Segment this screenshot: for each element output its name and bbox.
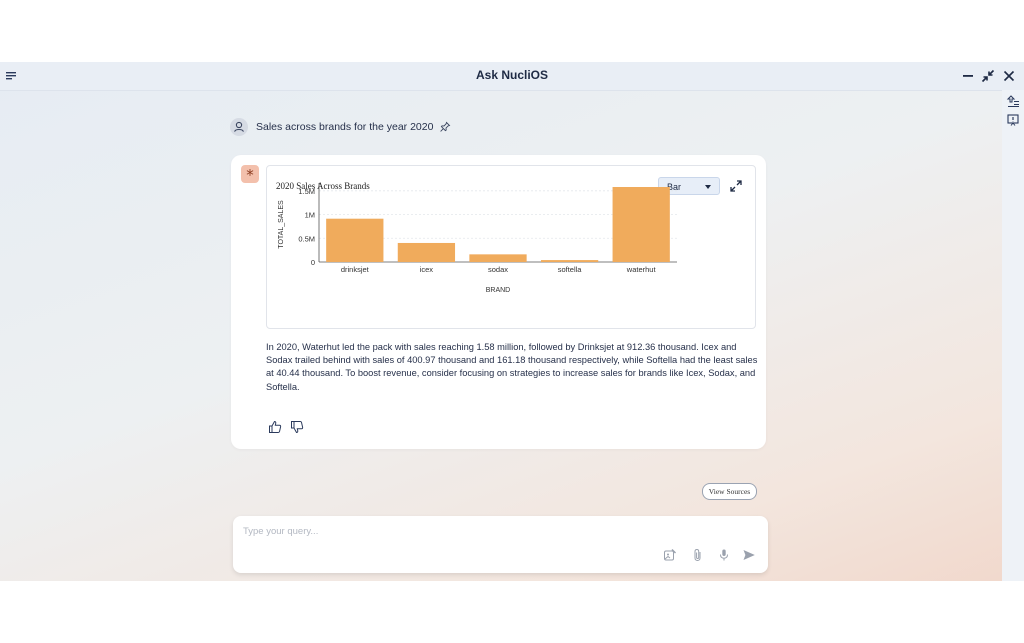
y-tick-label: 1.5M [298, 187, 315, 196]
bar-icex [397, 242, 456, 262]
app-title: Ask NucliOS [475, 68, 549, 82]
x-tick-label: softella [558, 265, 583, 274]
x-tick-label: icex [420, 265, 434, 274]
bar-drinksjet [326, 218, 384, 262]
user-query-text: Sales across brands for the year 2020 [256, 121, 434, 133]
paperclip-icon[interactable] [691, 548, 705, 562]
mic-icon[interactable] [717, 548, 731, 562]
answer-card: * 2020 Sales Across Brands Bar 0 0.5M 1M 1.… [231, 155, 766, 500]
minimize-icon[interactable] [960, 68, 976, 84]
chart-panel: 2020 Sales Across Brands Bar 0 0.5M 1M 1.5M… [266, 165, 756, 329]
right-sidebar [1002, 90, 1024, 581]
y-tick-label: 0 [311, 258, 315, 267]
x-tick-label: sodax [488, 265, 508, 274]
answer-summary: In 2020, Waterhut led the pack with sale… [266, 342, 758, 392]
bar-softella [540, 260, 599, 262]
send-icon[interactable] [742, 548, 756, 562]
image-edit-icon[interactable] [663, 548, 677, 562]
x-axis-label: BRAND [486, 287, 511, 294]
close-icon[interactable] [1001, 68, 1017, 84]
assistant-badge-icon: * [241, 165, 259, 184]
y-axis-label: TOTAL_SALES [278, 200, 285, 249]
bar-sodax [469, 254, 527, 262]
pinned-list-icon[interactable] [1006, 95, 1020, 109]
bar-chart: 0 0.5M 1M 1.5M drinksjet icex sodax softella wat… [278, 183, 677, 294]
x-tick-label: waterhut [626, 265, 657, 274]
x-tick-label: drinksjet [341, 265, 370, 274]
view-sources-button[interactable]: View Sources [702, 483, 757, 500]
query-input[interactable] [241, 522, 665, 540]
pin-icon[interactable] [439, 121, 451, 133]
y-tick-label: 1M [305, 211, 315, 220]
title-bar: Ask NucliOS [0, 62, 1024, 91]
bar-waterhut [612, 187, 670, 262]
avatar [230, 118, 248, 136]
app-window: Ask NucliOS Sales across brands for the … [0, 62, 1024, 581]
thumbs-up-icon[interactable] [268, 420, 282, 434]
thumbs-down-icon[interactable] [290, 420, 304, 434]
collapse-arrows-icon[interactable] [980, 68, 996, 84]
user-icon [234, 121, 244, 132]
query-composer [233, 516, 768, 573]
presentation-icon[interactable] [1006, 113, 1020, 127]
y-tick-label: 0.5M [298, 234, 315, 243]
